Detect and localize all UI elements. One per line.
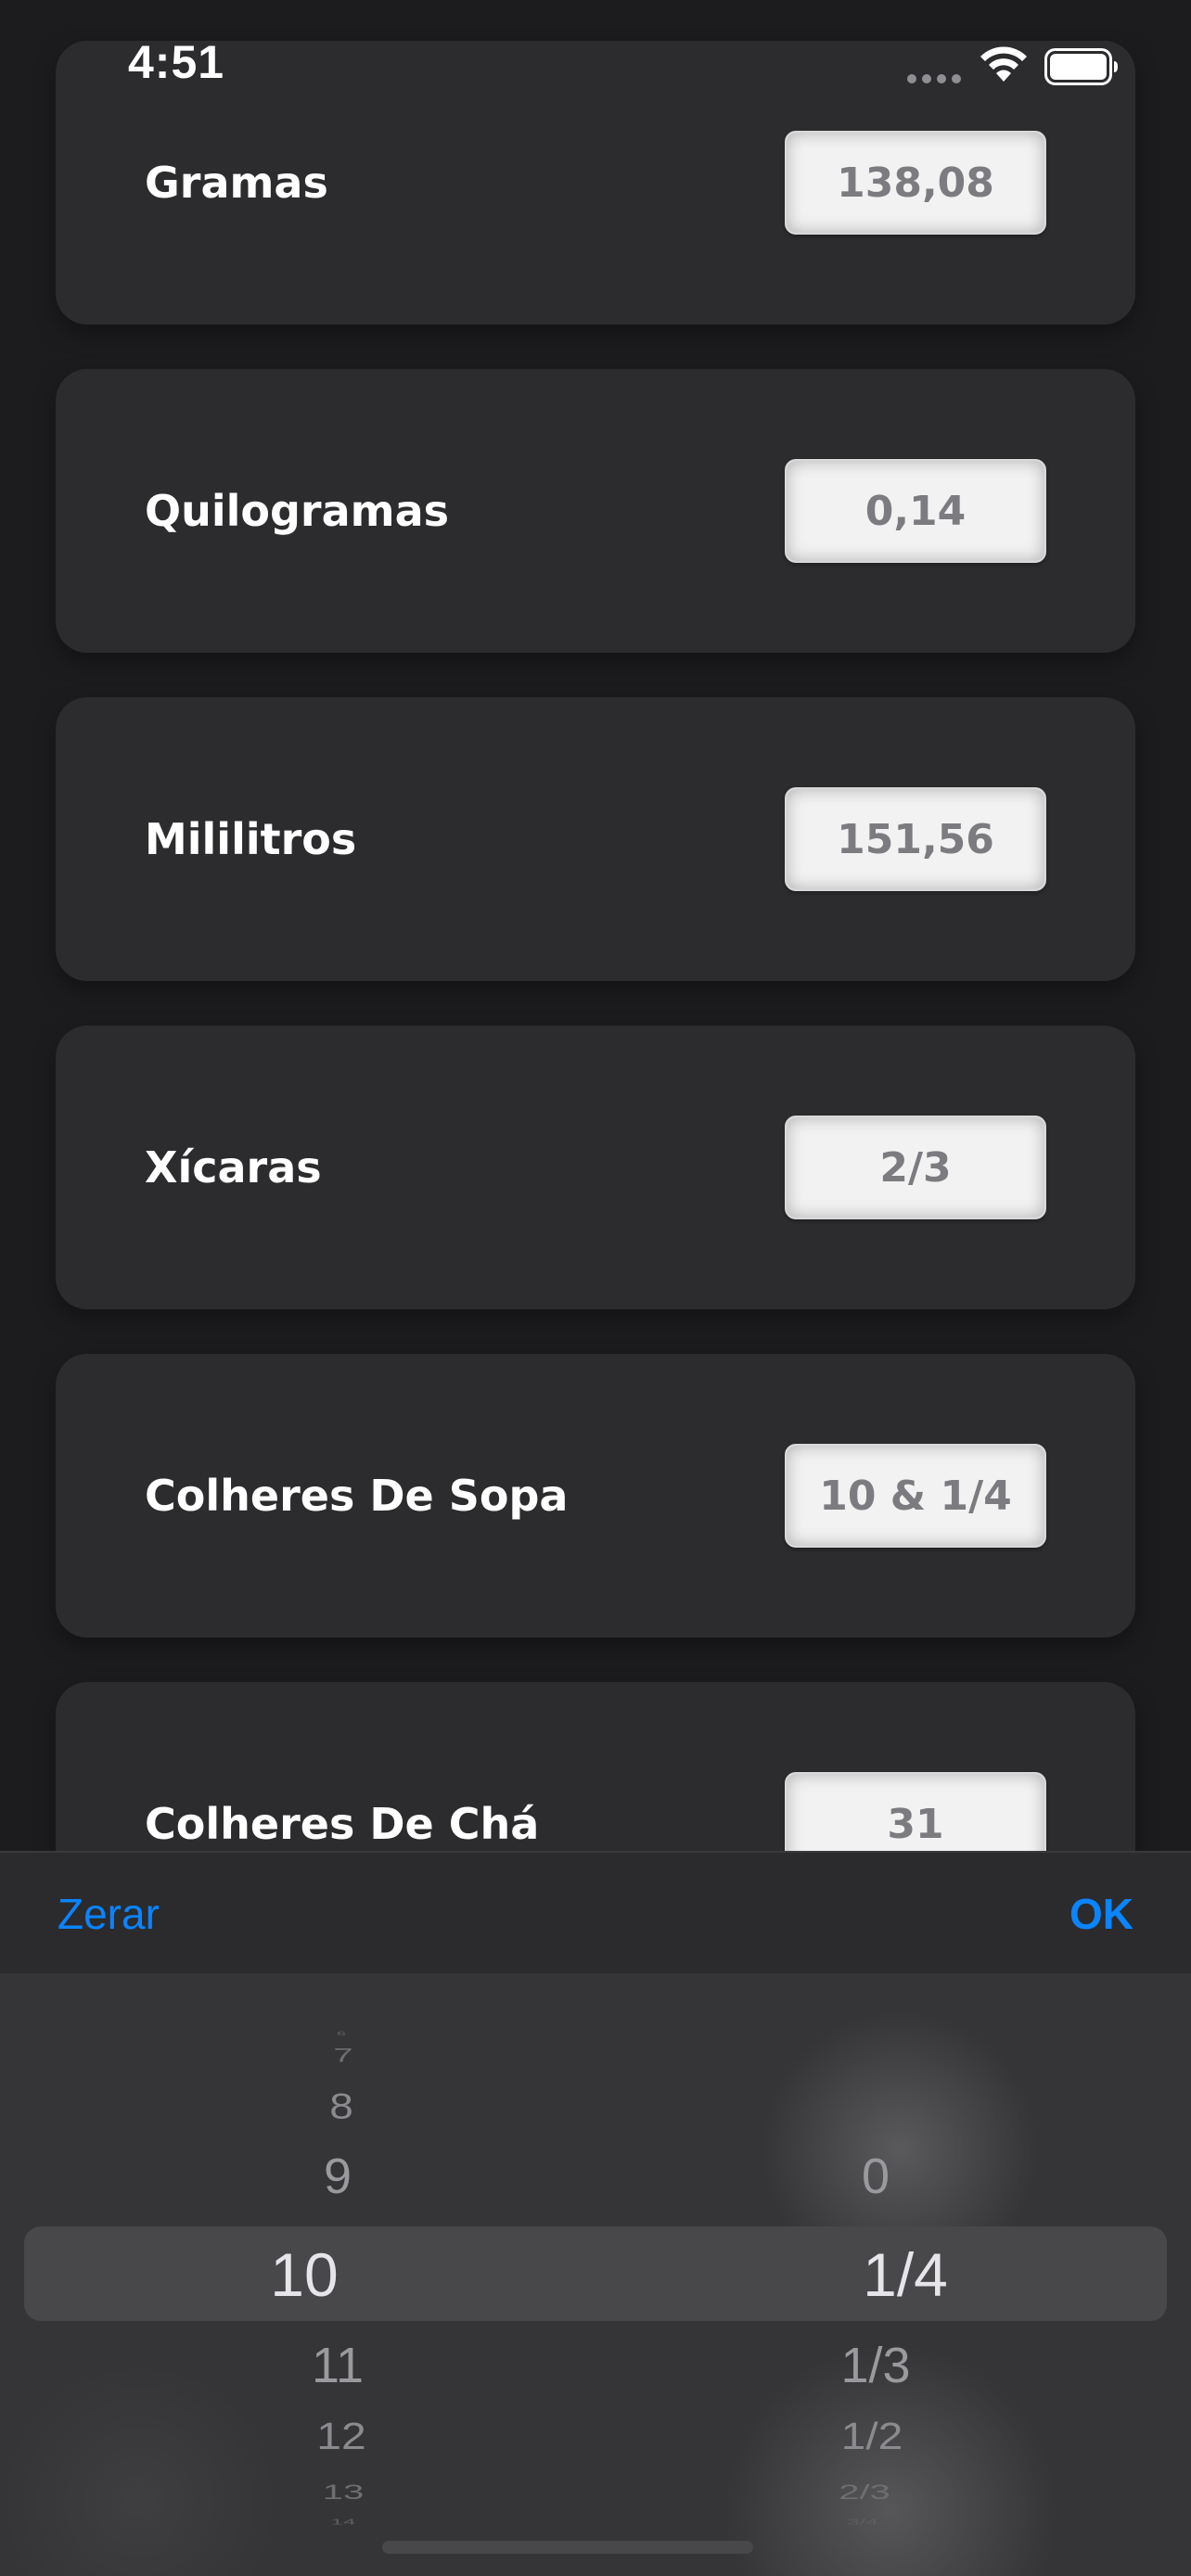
battery-icon [1044,48,1118,85]
app-screen: Gramas 138,08 Quilogramas 0,14 Mililitro… [0,0,1191,2576]
picker-item[interactable]: 8 [329,2087,353,2123]
quantity-picker[interactable]: 6 7 8 9 10 11 12 13 14 0 1/4 1/3 1/2 2/3… [0,1973,1191,2576]
picker-selection-indicator [24,2226,1167,2321]
conversion-card-quilogramas: Quilogramas 0,14 [56,369,1135,653]
unit-label: Mililitros [145,814,357,864]
picker-item-selected[interactable]: 10 [270,2244,338,2305]
picker-item[interactable]: 3/4 [847,2519,877,2526]
picker-toolbar: Zerar OK [0,1851,1191,1975]
picker-item[interactable]: 13 [323,2482,365,2503]
status-time: 4:51 [128,36,225,88]
conversion-card-xicaras: Xícaras 2/3 [56,1026,1135,1309]
picker-item[interactable]: 1/3 [840,2340,910,2391]
wifi-icon [980,46,1027,82]
unit-label: Colheres De Sopa [145,1471,569,1521]
ok-button[interactable]: OK [1069,1889,1133,1939]
unit-value-field[interactable]: 10 & 1/4 [785,1444,1046,1548]
home-indicator [382,2541,753,2554]
picker-item[interactable]: 14 [331,2519,356,2526]
picker-item-selected[interactable]: 1/4 [863,2244,948,2305]
picker-item[interactable]: 1/2 [841,2417,903,2456]
picker-item[interactable]: 9 [324,2151,352,2201]
unit-value-field[interactable]: 138,08 [785,131,1046,235]
conversion-card-colheres-de-sopa: Colheres De Sopa 10 & 1/4 [56,1354,1135,1638]
unit-label: Gramas [145,158,328,208]
status-bar: 4:51 [0,0,1191,130]
picker-item[interactable]: 12 [316,2417,365,2456]
picker-item[interactable]: 7 [333,2047,352,2066]
unit-value-field[interactable]: 0,14 [785,459,1046,563]
unit-label: Xícaras [145,1142,322,1192]
picker-item[interactable]: 11 [312,2340,364,2391]
picker-item[interactable]: 2/3 [839,2482,890,2503]
picker-item[interactable]: 6 [337,2031,346,2036]
unit-label: Colheres De Chá [145,1799,540,1849]
conversion-card-mililitros: Mililitros 151,56 [56,697,1135,981]
cellular-signal-icon [907,74,961,83]
reset-button[interactable]: Zerar [58,1889,160,1939]
unit-label: Quilogramas [145,486,449,536]
unit-value-field[interactable]: 2/3 [785,1116,1046,1219]
unit-value-field[interactable]: 151,56 [785,787,1046,891]
picker-item[interactable]: 0 [862,2151,890,2201]
